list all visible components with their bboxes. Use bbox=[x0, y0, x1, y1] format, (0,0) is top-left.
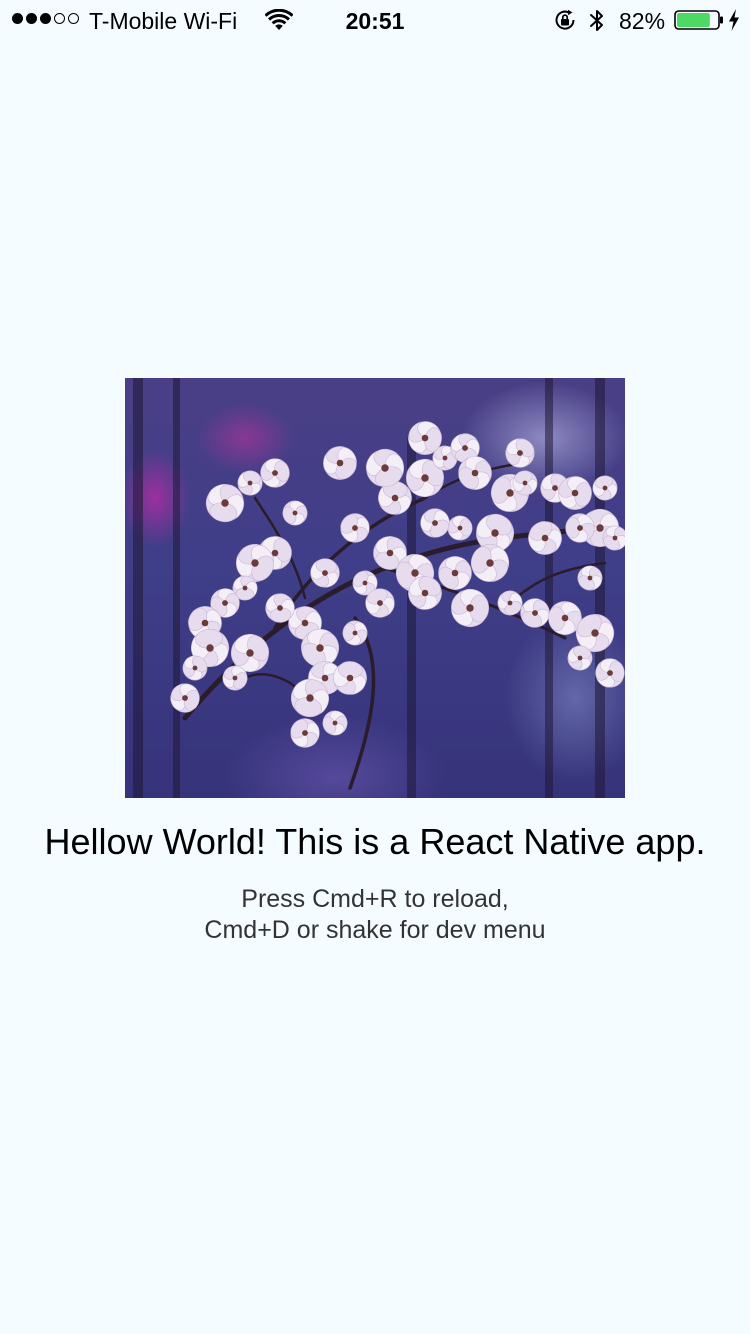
magnolia-flower bbox=[282, 500, 308, 526]
status-bar: T-Mobile Wi-Fi 20:51 82% bbox=[0, 0, 750, 40]
app-screen: T-Mobile Wi-Fi 20:51 82% Hellow World! T… bbox=[0, 0, 750, 1334]
bluetooth-icon bbox=[590, 10, 603, 31]
magnolia-flower bbox=[528, 521, 562, 555]
welcome-title: Hellow World! This is a React Native app… bbox=[44, 821, 706, 862]
battery-icon bbox=[674, 10, 723, 30]
instructions-text: Press Cmd+R to reload, Cmd+D or shake fo… bbox=[0, 884, 750, 946]
magnolia-flower bbox=[290, 718, 320, 748]
magnolia-flower bbox=[322, 710, 348, 736]
magnolia-flower bbox=[310, 558, 340, 588]
instructions-line-1: Press Cmd+R to reload, bbox=[241, 885, 509, 913]
magnolia-flower bbox=[323, 446, 357, 480]
magnolia-flower bbox=[260, 458, 290, 488]
magnolia-flower bbox=[447, 515, 473, 541]
magnolia-flower bbox=[340, 513, 370, 543]
magnolia-flower bbox=[505, 438, 535, 468]
magnolia-flower bbox=[420, 508, 450, 538]
instructions-line-2: Cmd+D or shake for dev menu bbox=[204, 916, 546, 944]
magnolia-photo bbox=[125, 378, 625, 798]
magnolia-flower bbox=[342, 620, 368, 646]
rotation-lock-icon bbox=[555, 9, 575, 30]
charging-bolt-icon bbox=[729, 9, 739, 31]
battery-percentage: 82% bbox=[619, 8, 666, 34]
magnolia-flower bbox=[470, 543, 510, 582]
